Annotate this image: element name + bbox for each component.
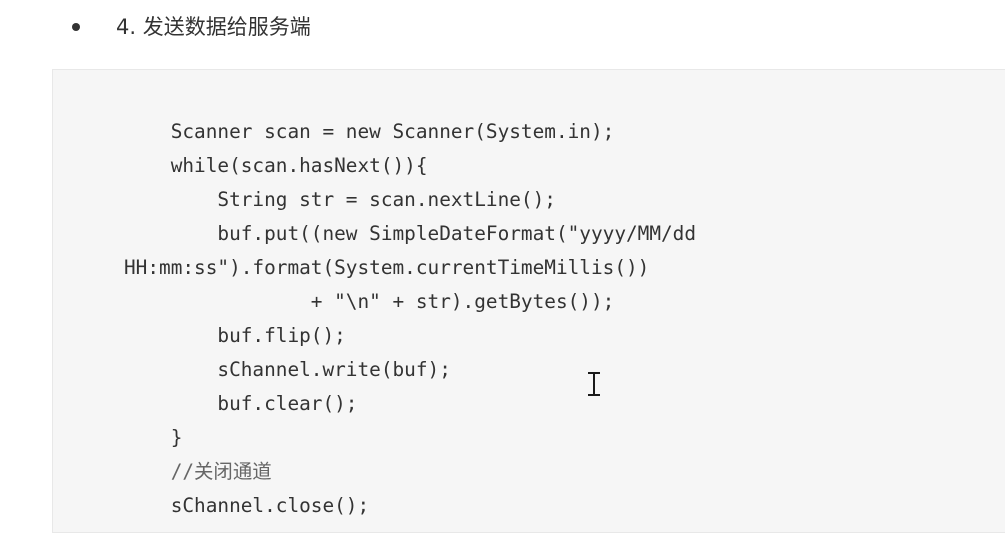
code-line: buf.put((new SimpleDateFormat("yyyy/MM/d… [124, 222, 697, 245]
code-block[interactable]: Scanner scan = new Scanner(System.in); w… [52, 69, 1005, 533]
code-line: buf.clear(); [124, 392, 358, 415]
code-line: Scanner scan = new Scanner(System.in); [124, 120, 615, 143]
step-heading: 4. 发送数据给服务端 [116, 15, 311, 39]
code-line: buf.flip(); [124, 324, 346, 347]
list-item: 4. 发送数据给服务端 [0, 0, 1005, 60]
code-line: String str = scan.nextLine(); [124, 188, 556, 211]
code-line: sChannel.close(); [124, 494, 370, 517]
bullet-icon [72, 23, 80, 31]
code-line: + "\n" + str).getBytes()); [124, 290, 615, 313]
code-comment: //关闭通道 [124, 460, 272, 483]
code-line: HH:mm:ss").format(System.currentTimeMill… [124, 256, 650, 279]
code-line: } [124, 426, 183, 449]
text-cursor-icon [588, 372, 600, 396]
code-line: while(scan.hasNext()){ [124, 154, 428, 177]
code-line: sChannel.write(buf); [124, 358, 451, 381]
